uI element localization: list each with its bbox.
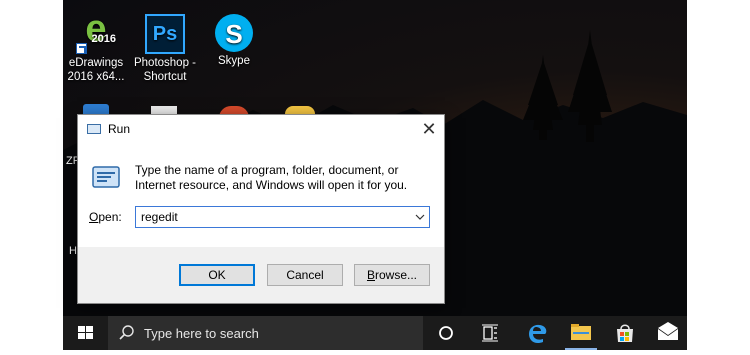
search-icon — [119, 325, 134, 340]
desktop-icon-photoshop[interactable]: Ps Photoshop - Shortcut — [130, 14, 200, 84]
mail-icon — [658, 322, 678, 340]
taskbar: Type here to search — [63, 316, 687, 350]
edrawings-icon: e 2016 — [76, 10, 116, 54]
cortana-icon — [439, 326, 453, 340]
close-button[interactable]: ✕ — [414, 115, 444, 143]
windows-logo-icon — [78, 326, 93, 339]
store-icon — [617, 324, 633, 342]
desktop-icon-label: Photoshop - Shortcut — [133, 57, 196, 83]
taskbar-search-box[interactable]: Type here to search — [108, 316, 423, 350]
title-bar[interactable]: Run ✕ — [78, 115, 444, 143]
partial-desktop-label: H — [69, 245, 77, 257]
open-combobox[interactable]: regedit — [135, 206, 430, 228]
cortana-button[interactable] — [424, 316, 468, 350]
close-icon: ✕ — [421, 119, 437, 139]
start-button[interactable] — [63, 316, 108, 350]
search-placeholder: Type here to search — [144, 326, 259, 341]
file-explorer-button[interactable] — [559, 316, 603, 350]
run-description: Type the name of a program, folder, docu… — [135, 163, 408, 192]
run-app-icon — [87, 124, 101, 134]
browse-button[interactable]: Browse... — [354, 264, 430, 286]
button-bar: OK Cancel Browse... — [78, 247, 444, 303]
run-dialog: Run ✕ Type the name of a program, folder… — [77, 114, 445, 304]
mail-button[interactable] — [650, 316, 694, 350]
desktop-icon-skype[interactable]: S Skype — [199, 14, 269, 68]
open-label: Open: — [89, 210, 122, 224]
store-button[interactable] — [603, 316, 647, 350]
task-view-button[interactable] — [468, 316, 512, 350]
edge-button[interactable] — [515, 316, 559, 350]
shortcut-arrow-icon — [76, 43, 87, 54]
skype-icon: S — [215, 14, 253, 52]
chevron-down-icon[interactable] — [411, 207, 429, 227]
run-program-icon — [92, 166, 120, 188]
window-title: Run — [108, 122, 131, 136]
photoshop-icon: Ps — [145, 14, 185, 54]
desktop-icon-label: Skype — [218, 55, 250, 67]
desktop-icon-label: eDrawings 2016 x64... — [67, 57, 125, 83]
cancel-button[interactable]: Cancel — [267, 264, 343, 286]
file-explorer-icon — [571, 324, 591, 340]
open-input[interactable]: regedit — [141, 210, 178, 224]
ok-button[interactable]: OK — [179, 264, 255, 286]
desktop-icon-edrawings[interactable]: e 2016 eDrawings 2016 x64... — [63, 10, 131, 84]
task-view-icon — [482, 324, 498, 342]
edge-icon — [529, 324, 547, 344]
